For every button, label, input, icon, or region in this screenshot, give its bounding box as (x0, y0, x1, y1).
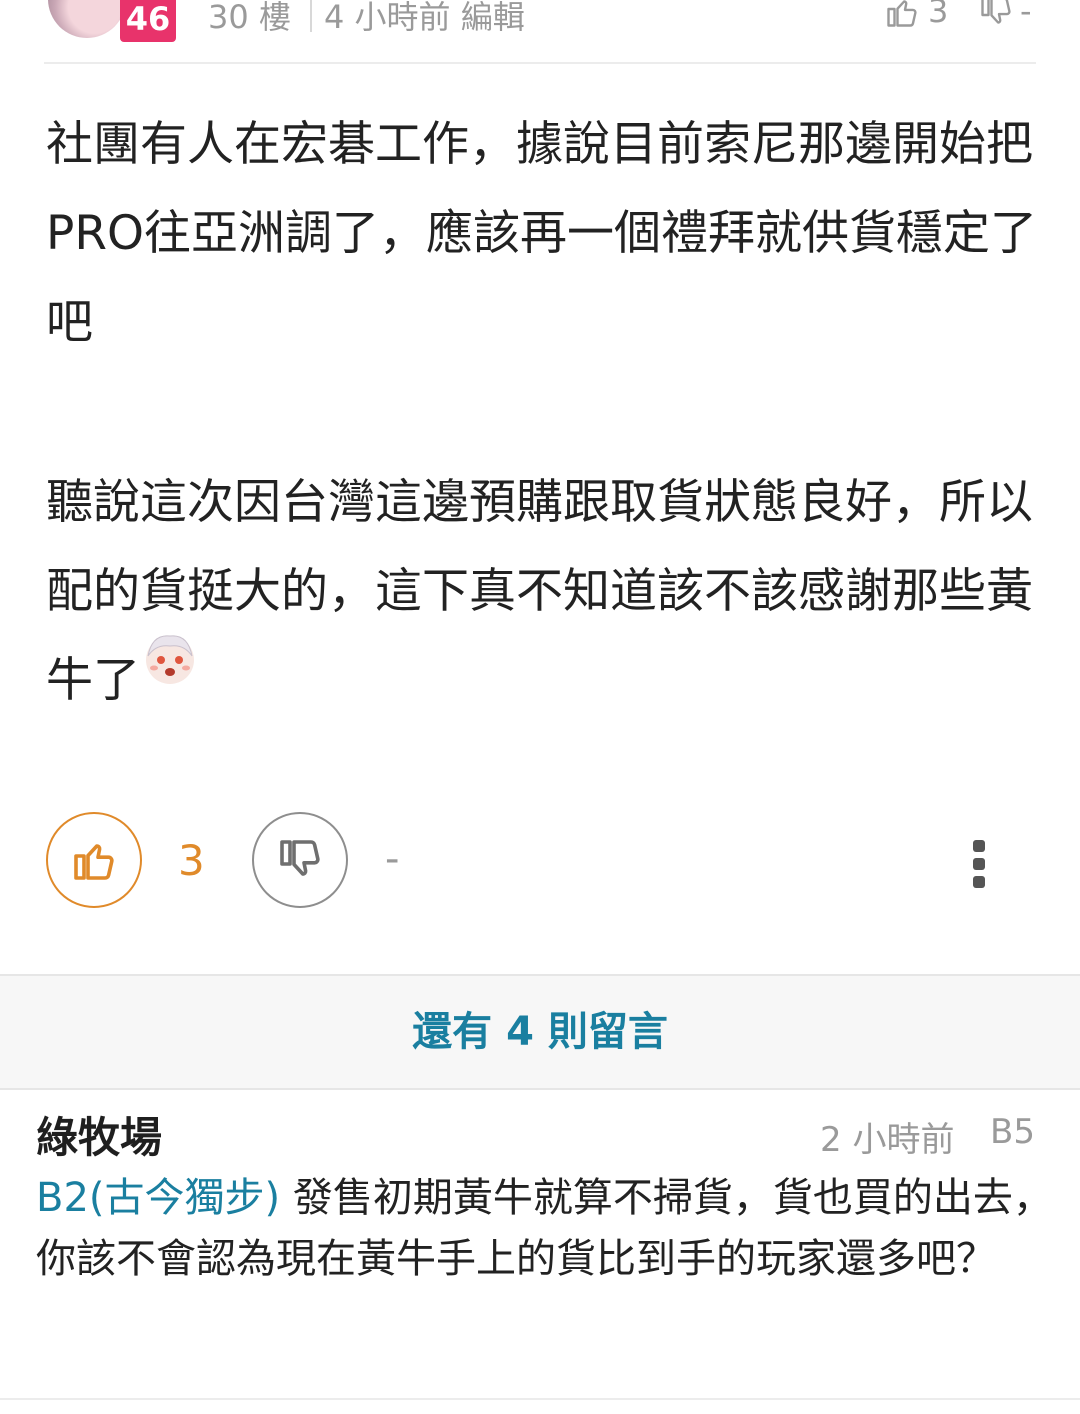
header-like-count: 3 (928, 0, 949, 30)
post-paragraph-1: 社團有人在宏碁工作，據說目前索尼那邊開始把PRO往亞洲調了，應該再一個禮拜就供貨… (46, 117, 1037, 350)
more-vertical-dot (973, 858, 985, 870)
header-divider-line (44, 62, 1036, 64)
header-divider (310, 0, 312, 32)
avatar[interactable] (48, 0, 126, 38)
post-header: 46 30 樓 4 小時前 編輯 3 - (0, 0, 1080, 64)
thumb-up-icon (74, 844, 114, 880)
dislike-count: - (385, 836, 400, 882)
like-button[interactable] (46, 812, 142, 908)
more-vertical-icon (973, 840, 985, 852)
reply-text: B2(古今獨步) 發售初期黃牛就算不掃貨，貨也買的出去，你該不會認為現在黃牛手上… (36, 1168, 1056, 1290)
more-comments-button[interactable]: 還有 4 則留言 (0, 974, 1080, 1090)
like-count: 3 (178, 836, 205, 885)
more-options-button[interactable] (962, 838, 996, 892)
level-badge: 46 (120, 0, 176, 42)
floor-number: 30 樓 (208, 0, 291, 36)
header-dislike-count: - (1020, 0, 1032, 30)
emoji-sticker-icon (146, 635, 194, 684)
post-paragraph-2: 聽說這次因台灣這邊預購跟取貨狀態良好，所以配的貨挺大的，這下真不知道該不該感謝那… (46, 458, 1046, 725)
dislike-button[interactable] (252, 812, 348, 908)
bottom-divider (0, 1398, 1080, 1400)
reply-floor: B5 (990, 1112, 1035, 1152)
reply-mention-link[interactable]: B2(古今獨步) (36, 1175, 280, 1221)
reply-time: 2 小時前 (820, 1120, 955, 1160)
post-time-edit: 4 小時前 編輯 (324, 0, 525, 36)
thumb-down-icon[interactable] (978, 0, 1014, 30)
reply-author[interactable]: 綠牧場 (36, 1104, 162, 1165)
thumb-down-icon (280, 840, 320, 876)
more-vertical-dot (973, 876, 985, 888)
thumb-up-icon[interactable] (884, 0, 920, 30)
